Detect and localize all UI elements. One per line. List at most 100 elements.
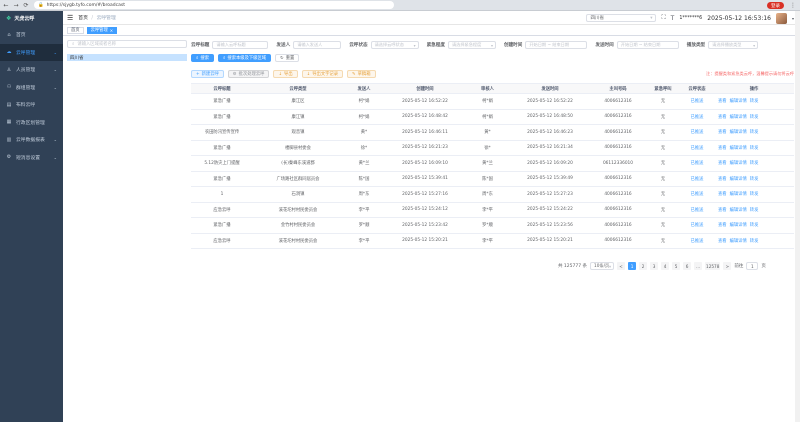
row-action-link[interactable]: 查看 [718,145,727,151]
row-action-link[interactable]: 编辑详情 [730,129,747,135]
row-action-link[interactable]: 转发 [750,222,759,228]
status-link[interactable]: 已推送 [691,176,704,182]
sidebar-item[interactable]: ⌂ 首页 [0,26,63,44]
row-action-link[interactable]: 转发 [750,176,759,182]
status-link[interactable]: 已推送 [691,129,704,135]
row-action-link[interactable]: 编辑详情 [730,160,747,166]
row-action-link[interactable]: 转发 [750,191,759,197]
row-action-link[interactable]: 编辑详情 [730,207,747,213]
action-button[interactable]: ✎ 草稿箱 [347,70,376,78]
row-action-link[interactable]: 转发 [750,98,759,104]
row-action-link[interactable]: 编辑详情 [730,222,747,228]
filter-input[interactable]: 请选择云呼状态 ▾ [370,41,419,49]
back-icon[interactable]: ← [2,1,10,9]
row-action-link[interactable]: 查看 [718,238,727,244]
prev-page-button[interactable]: < [617,262,626,270]
row-action-link[interactable]: 转发 [750,129,759,135]
reload-icon[interactable]: ⟳ [22,1,30,9]
row-action-link[interactable]: 查看 [718,176,727,182]
table-cell: 06112336010 [602,160,634,166]
page-number-button[interactable]: 1 [628,262,637,270]
tree-search-input[interactable]: ⌕ 请输入区域或者名称 [67,40,187,48]
filter-input[interactable]: 请输入云呼标题 [212,41,269,49]
page-number-button[interactable]: 4 [661,262,670,270]
avatar[interactable] [775,12,787,24]
reset-button[interactable]: ↻ 重置 [275,54,300,62]
goto-page-input[interactable]: 1 [746,262,759,270]
status-link[interactable]: 已推送 [691,98,704,104]
sidebar-item[interactable]: ▤ 布料云呼 [0,96,63,114]
row-action-link[interactable]: 编辑详情 [730,98,747,104]
filter-input[interactable]: 开始日期 ~ 结束日期 [616,41,679,49]
row-action-link[interactable]: 编辑详情 [730,114,747,120]
sidebar-item[interactable]: ▦ 行政区划管理 [0,114,63,132]
status-link[interactable]: 已推送 [691,238,704,244]
action-button[interactable]: ↓ 导出 [273,70,298,78]
row-action-link[interactable]: 编辑详情 [730,145,747,151]
action-button[interactable]: ⚙ 批次处理云呼 [227,70,270,78]
breadcrumb-home[interactable]: 首页 [78,16,88,21]
tag-label: 云呼管理 [90,28,108,33]
page-scrollbar[interactable] [795,11,800,422]
status-link[interactable]: 已推送 [691,207,704,213]
address-bar[interactable]: 🔒 https://sjygb.tyfo.com/#/broadcast [34,1,394,9]
filter-input[interactable]: 请选择播放类型 ▾ [708,41,759,49]
row-action-link[interactable]: 编辑详情 [730,191,747,197]
row-action-link[interactable]: 查看 [718,160,727,166]
status-link[interactable]: 已推送 [691,145,704,151]
tag-cloud-call[interactable]: 云呼管理 × [86,26,118,34]
search-button[interactable]: ⌕ 搜索 [191,54,214,62]
row-action-link[interactable]: 查看 [718,207,727,213]
forward-icon[interactable]: → [12,1,20,9]
page-number-button[interactable]: 5 [672,262,681,270]
department-select[interactable]: 四川省 ▾ [586,14,657,22]
action-button[interactable]: + 新建云呼 [191,70,224,78]
caret-down-icon[interactable]: ▾ [792,16,794,21]
page-number-button[interactable]: … [694,262,703,270]
row-action-link[interactable]: 转发 [750,145,759,151]
filter-input[interactable]: 请输入发送人 [293,41,342,49]
status-link[interactable]: 已推送 [691,114,704,120]
row-action-link[interactable]: 查看 [718,222,727,228]
menu-dots-icon[interactable]: ⋮ [789,2,797,10]
close-icon[interactable]: × [110,28,113,33]
filter-input[interactable]: 开始日期 ~ 结束日期 [525,41,588,49]
page-number-button[interactable]: 2 [639,262,648,270]
hamburger-icon[interactable]: ☰ [67,14,73,22]
tree-node-root[interactable]: 四川省 [67,54,187,61]
status-link[interactable]: 已推送 [691,222,704,228]
filter-input[interactable]: 请选择紧急程度 ▾ [447,41,496,49]
fullscreen-icon[interactable]: ⛶ [661,14,665,22]
row-action-link[interactable]: 查看 [718,191,727,197]
font-size-icon[interactable]: T [671,15,675,22]
row-action-link[interactable]: 转发 [750,114,759,120]
page-number-button[interactable]: 3 [650,262,659,270]
row-action-link[interactable]: 查看 [718,114,727,120]
row-action-link[interactable]: 编辑详情 [730,238,747,244]
search-subregion-button[interactable]: ⌕ 搜索本级及下级区域 [218,54,272,62]
next-page-button[interactable]: > [723,262,732,270]
login-button[interactable]: 登录 [767,2,784,9]
row-action-link[interactable]: 查看 [718,129,727,135]
page-size-select[interactable]: 10条/页 ▾ [590,262,615,270]
sidebar-item[interactable]: ☁ 云呼管理 ⌄ [0,43,63,61]
row-action-link[interactable]: 编辑详情 [730,176,747,182]
action-button[interactable]: ↓ 导出文字记录 [301,70,344,78]
sidebar-item[interactable]: ♙ 人员管理 ⌄ [0,61,63,79]
status-link[interactable]: 已推送 [691,160,704,166]
page-number-button[interactable]: 12578 [705,262,721,270]
row-action-link[interactable]: 查看 [718,98,727,104]
status-link[interactable]: 已推送 [691,191,704,197]
row-action-link[interactable]: 转发 [750,238,759,244]
page-number-button[interactable]: 6 [683,262,692,270]
action-button-label: 新建云呼 [201,72,219,77]
tag-home[interactable]: 首页 [67,26,84,34]
table-cell: 应急云呼 [213,207,231,213]
sidebar-item[interactable]: ⚙ 短消息设置 ⌄ [0,149,63,167]
logo-icon: ❖ [6,15,12,22]
sidebar-item[interactable]: ▥ 云呼数据报表 ⌄ [0,131,63,149]
sidebar-item[interactable]: ⚇ 群组管理 ⌄ [0,79,63,97]
row-action-link[interactable]: 转发 [750,207,759,213]
row-action-link[interactable]: 转发 [750,160,759,166]
chevron-down-icon: ⌄ [53,84,57,90]
